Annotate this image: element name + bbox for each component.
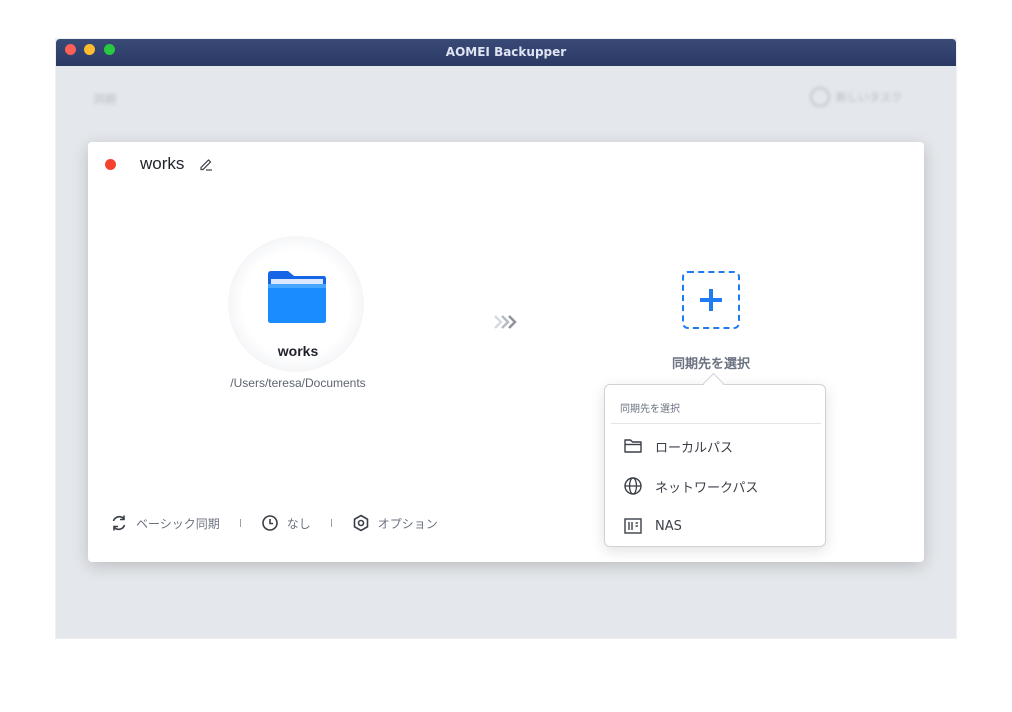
destination-dropdown: 同期先を選択 ローカルパス ネットワークパス NAS bbox=[604, 384, 826, 547]
folder-outline-icon bbox=[624, 439, 642, 453]
edit-pencil-icon[interactable] bbox=[198, 156, 214, 172]
add-circle-icon bbox=[810, 87, 830, 107]
sync-mode-button[interactable]: ベーシック同期 bbox=[110, 514, 220, 532]
task-name: works bbox=[140, 154, 185, 173]
folder-icon[interactable] bbox=[266, 270, 328, 324]
menu-item-label: ローカルパス bbox=[655, 440, 734, 456]
divider bbox=[611, 423, 821, 424]
status-indicator bbox=[105, 159, 116, 170]
menu-item-label: ネットワークパス bbox=[655, 480, 759, 496]
options-button[interactable]: オプション bbox=[352, 514, 438, 532]
separator bbox=[330, 519, 332, 527]
source-path: /Users/teresa/Documents bbox=[230, 376, 366, 390]
gear-icon bbox=[353, 514, 369, 532]
direction-arrows-icon bbox=[494, 315, 517, 329]
schedule-button[interactable]: なし bbox=[261, 514, 311, 532]
background-new-task: 新しいタスク bbox=[810, 87, 902, 107]
title-bar: AOMEI Backupper bbox=[56, 39, 956, 66]
dropdown-header: 同期先を選択 bbox=[620, 404, 680, 415]
globe-icon bbox=[624, 477, 642, 495]
plus-icon bbox=[700, 289, 722, 311]
clock-icon bbox=[261, 515, 278, 531]
select-destination-label[interactable]: 同期先を選択 bbox=[651, 353, 771, 372]
menu-item-local-path[interactable]: ローカルパス bbox=[605, 428, 825, 464]
schedule-label: なし bbox=[286, 516, 311, 531]
separator bbox=[239, 519, 241, 527]
background-section-label: 同期 bbox=[94, 93, 116, 106]
sync-icon bbox=[112, 515, 126, 531]
background-new-task-label: 新しいタスク bbox=[836, 91, 902, 104]
menu-item-label: NAS bbox=[655, 518, 682, 534]
sync-mode-label: ベーシック同期 bbox=[136, 516, 220, 531]
task-options-bar: ベーシック同期 なし オプション bbox=[110, 514, 438, 532]
add-destination-button[interactable] bbox=[682, 271, 740, 329]
window-title: AOMEI Backupper bbox=[445, 45, 567, 59]
app-window: AOMEI Backupper 同期 新しいタスク works works /U… bbox=[56, 39, 956, 638]
menu-item-network-path[interactable]: ネットワークパス bbox=[605, 468, 825, 504]
nas-icon bbox=[624, 518, 642, 534]
source-name: works bbox=[277, 343, 319, 359]
menu-item-nas[interactable]: NAS bbox=[605, 508, 825, 544]
options-label: オプション bbox=[377, 516, 438, 531]
